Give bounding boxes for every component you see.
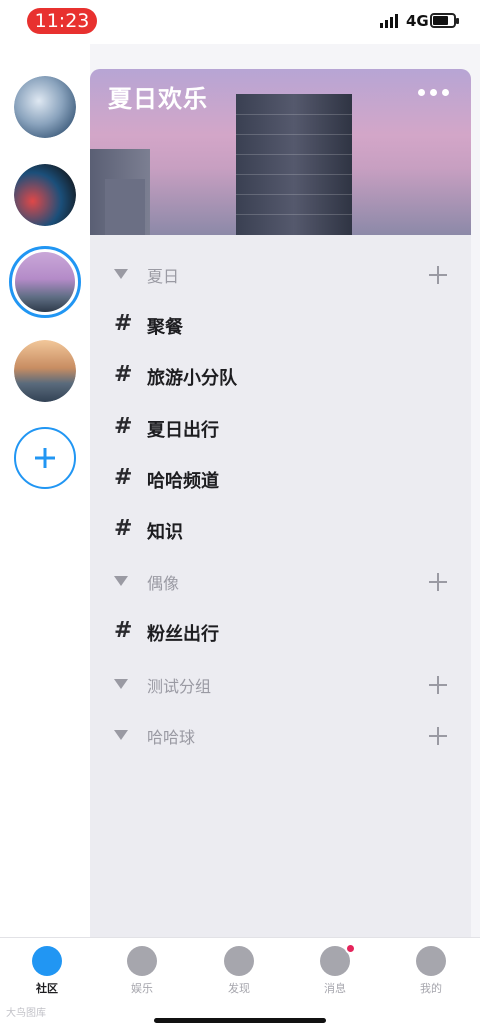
add-channel-plus-icon[interactable] [428, 675, 448, 695]
group-label: 测试分组 [147, 676, 212, 696]
channel-label: 旅游小分队 [147, 368, 237, 390]
home-indicator [154, 1018, 326, 1023]
collapse-triangle-icon[interactable] [114, 729, 128, 740]
channel-label: 粉丝出行 [147, 624, 219, 646]
channel-group-header[interactable]: 哈哈球 [90, 711, 471, 762]
tab-entertainment[interactable]: 娱乐 [112, 946, 172, 1002]
server-rail [0, 44, 90, 937]
add-server-button[interactable] [14, 427, 76, 489]
collapse-triangle-icon[interactable] [114, 576, 128, 587]
community-icon [32, 946, 62, 976]
channel-label: 知识 [147, 522, 183, 543]
channel-label: 夏日出行 [147, 419, 219, 441]
channel-item[interactable]: # 聚餐 [90, 301, 471, 352]
channel-group-header[interactable]: 夏日 [90, 250, 471, 301]
server-banner: 夏日欢乐 [90, 69, 471, 235]
channel-item[interactable]: # 粉丝出行 [90, 608, 471, 659]
watermark: 大鸟图库 [6, 1008, 46, 1019]
unread-badge [345, 943, 356, 954]
bottom-tab-bar: 社区 娱乐 发现 消息 我的 [0, 937, 480, 1028]
server-title: 夏日欢乐 [108, 85, 208, 113]
hash-icon: # [114, 362, 133, 388]
music-disc-icon [127, 946, 157, 976]
add-channel-plus-icon[interactable] [428, 265, 448, 285]
battery-icon [430, 13, 459, 28]
more-dots-icon[interactable] [418, 89, 450, 97]
tab-messages[interactable]: 消息 [305, 943, 365, 1002]
channel-panel: 夏日欢乐 夏日 # 聚餐 # 旅游小分队 # 夏日出行 # 哈哈频道 # 知识偶像 # 粉丝出行测试分组… [90, 69, 471, 937]
hash-icon: # [114, 464, 133, 490]
status-bar: 11:23 4G [0, 0, 480, 44]
group-label: 偶像 [147, 574, 180, 594]
status-time: 11:23 [27, 8, 97, 34]
hash-icon: # [114, 413, 133, 439]
collapse-triangle-icon[interactable] [114, 678, 128, 689]
channel-label: 聚餐 [147, 317, 183, 339]
server-avatar-3-selected[interactable] [9, 246, 81, 318]
channel-item[interactable]: # 旅游小分队 [90, 352, 471, 403]
channel-label: 哈哈频道 [147, 470, 219, 492]
hash-icon: # [114, 516, 133, 541]
building-image [236, 94, 352, 235]
profile-icon [416, 946, 446, 976]
collapse-triangle-icon[interactable] [114, 269, 128, 279]
hash-icon: # [114, 618, 133, 644]
signal-icon [380, 14, 400, 28]
channel-group-header[interactable]: 偶像 [90, 557, 471, 608]
compass-icon [224, 946, 254, 976]
channel-item[interactable]: # 哈哈频道 [90, 455, 471, 506]
channel-group-header[interactable]: 测试分组 [90, 660, 471, 711]
group-label: 哈哈球 [147, 727, 196, 747]
group-label: 夏日 [147, 267, 180, 286]
channel-item[interactable]: # 知识 [90, 506, 471, 557]
tab-profile[interactable]: 我的 [401, 946, 461, 1002]
tab-discover[interactable]: 发现 [209, 946, 269, 1002]
hash-icon: # [114, 311, 133, 337]
server-avatar-1[interactable] [14, 76, 76, 138]
server-avatar-2[interactable] [14, 164, 76, 226]
tab-community[interactable]: 社区 [17, 946, 77, 1002]
channel-item[interactable]: # 夏日出行 [90, 404, 471, 455]
server-avatar-4[interactable] [14, 340, 76, 402]
add-channel-plus-icon[interactable] [428, 572, 448, 592]
network-label: 4G [406, 12, 429, 30]
add-channel-plus-icon[interactable] [428, 726, 448, 746]
